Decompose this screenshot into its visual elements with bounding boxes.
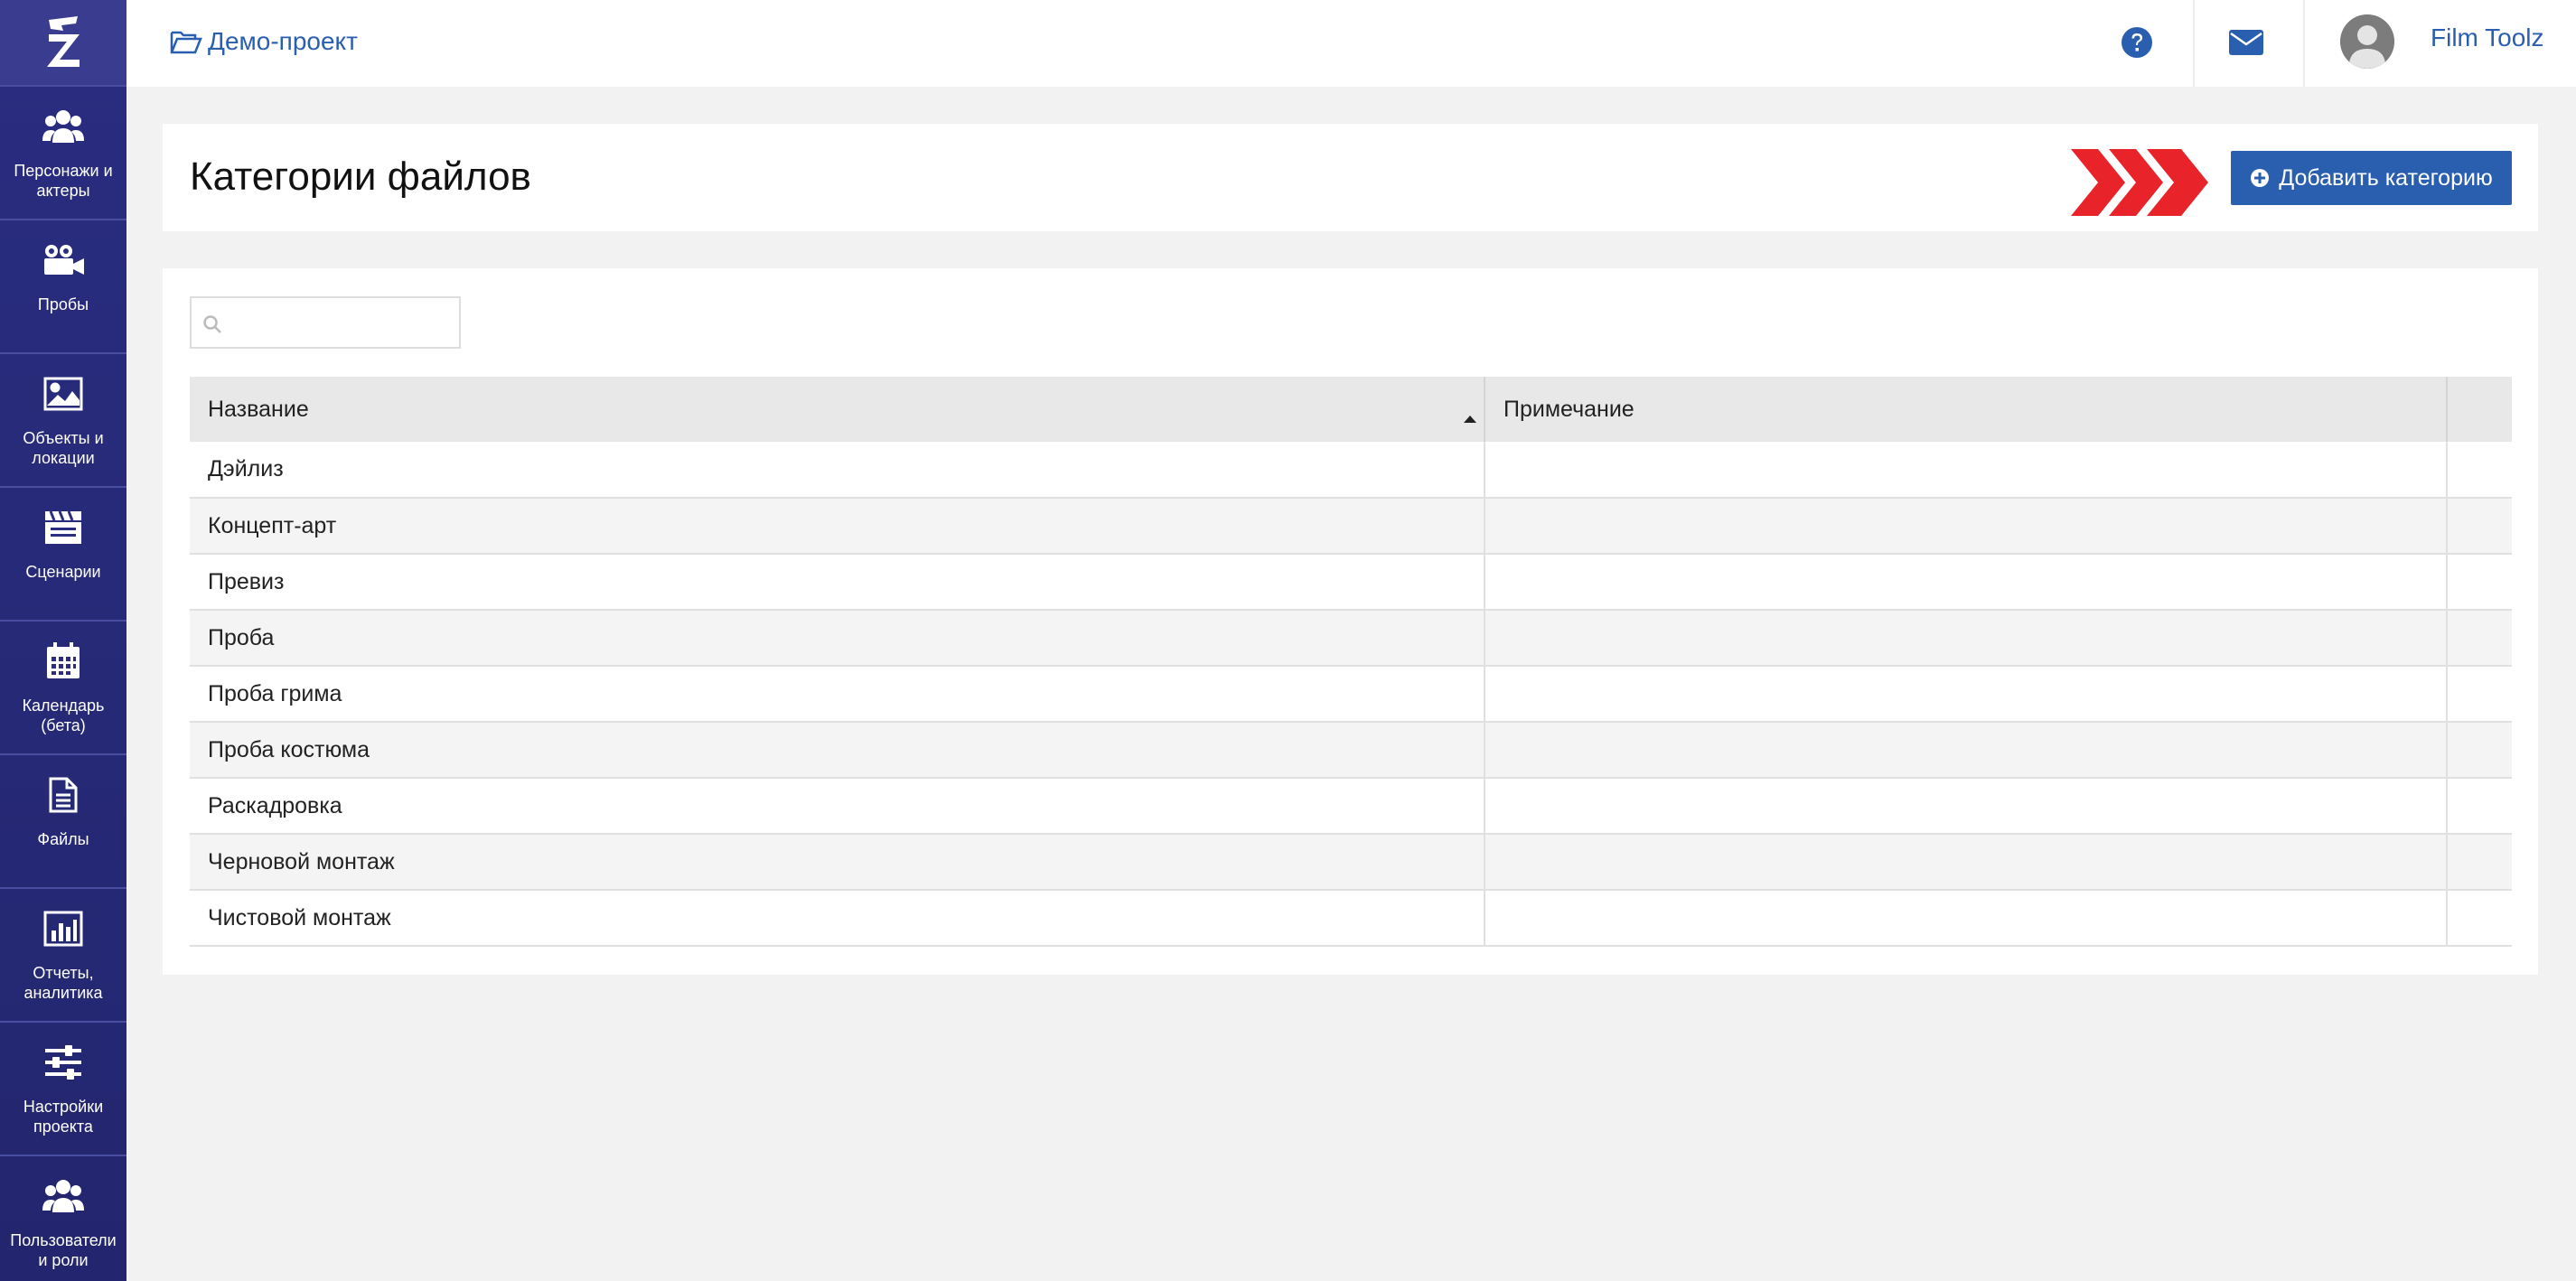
cell-note (1485, 778, 2448, 834)
messages-button[interactable] (2228, 29, 2264, 61)
column-header-label: Примечание (1503, 396, 1635, 422)
cell-note (1485, 498, 2448, 554)
breadcrumb-project: Демо-проект (208, 27, 358, 55)
sidebar: Персонажи и актеры Пробы Объекты и локац… (0, 0, 126, 1281)
cell-actions (2447, 890, 2512, 946)
chevrons-decoration (2071, 149, 2215, 220)
cell-note (1485, 722, 2448, 778)
users-icon (42, 103, 84, 150)
categories-table: Название Примечание Дэйлиз Концепт-арт П… (190, 377, 2512, 947)
cell-note (1485, 666, 2448, 722)
categories-panel: Название Примечание Дэйлиз Концепт-арт П… (163, 268, 2538, 975)
app-logo[interactable] (0, 0, 126, 87)
divider (2193, 0, 2195, 87)
cell-actions (2447, 666, 2512, 722)
cell-name: Чистовой монтаж (190, 890, 1485, 946)
sidebar-item-label: Календарь (бета) (22, 697, 105, 734)
sliders-icon (43, 1039, 83, 1086)
cell-name: Превиз (190, 554, 1485, 610)
sidebar-item-reports[interactable]: Отчеты, аналитика (0, 889, 126, 1023)
add-category-button[interactable]: Добавить категорию (2231, 151, 2512, 205)
cell-name: Черновой монтаж (190, 834, 1485, 890)
cell-name: Проба (190, 610, 1485, 666)
cell-note (1485, 554, 2448, 610)
column-header-label: Название (208, 396, 309, 422)
cell-actions (2447, 722, 2512, 778)
cell-actions (2447, 554, 2512, 610)
sidebar-item-users-roles[interactable]: Пользователи и роли (0, 1156, 126, 1281)
table-row[interactable]: Превиз (190, 554, 2512, 610)
help-button[interactable] (2121, 26, 2153, 63)
sort-ascending-icon (1464, 404, 1476, 430)
table-row[interactable]: Дэйлиз (190, 442, 2512, 498)
breadcrumb[interactable]: Демо-проект (170, 27, 358, 56)
user-avatar-icon (2340, 14, 2394, 69)
cell-name: Проба костюма (190, 722, 1485, 778)
chevron-arrows-icon (2071, 149, 2208, 216)
sidebar-item-auditions[interactable]: Пробы (0, 220, 126, 354)
column-header-actions (2447, 377, 2512, 442)
cell-actions (2447, 778, 2512, 834)
table-row[interactable]: Чистовой монтаж (190, 890, 2512, 946)
search-field[interactable] (190, 296, 461, 349)
calendar-icon (45, 638, 81, 685)
table-row[interactable]: Раскадровка (190, 778, 2512, 834)
cell-note (1485, 442, 2448, 498)
page-title: Категории файлов (190, 154, 531, 199)
envelope-icon (2229, 30, 2263, 55)
sidebar-item-label: Отчеты, аналитика (23, 964, 103, 1002)
cell-name: Концепт-арт (190, 498, 1485, 554)
table-row[interactable]: Проба (190, 610, 2512, 666)
cell-note (1485, 890, 2448, 946)
sidebar-item-files[interactable]: Файлы (0, 755, 126, 889)
users-icon (42, 1173, 84, 1220)
sidebar-item-label: Пользователи и роли (10, 1231, 117, 1269)
file-icon (49, 771, 78, 818)
sidebar-item-label: Сценарии (25, 563, 101, 581)
video-camera-icon (42, 237, 84, 284)
cell-actions (2447, 834, 2512, 890)
sidebar-item-label: Объекты и локации (23, 429, 104, 467)
question-circle-icon (2122, 27, 2152, 58)
cell-actions (2447, 610, 2512, 666)
cell-note (1485, 610, 2448, 666)
avatar[interactable] (2340, 14, 2394, 69)
table-row[interactable]: Проба костюма (190, 722, 2512, 778)
logo-icon (47, 16, 80, 67)
table-body: Дэйлиз Концепт-арт Превиз Проба Проба гр (190, 442, 2512, 946)
cell-name: Проба грима (190, 666, 1485, 722)
page-header: Категории файлов Добавить категорию (163, 124, 2538, 231)
sidebar-item-locations[interactable]: Объекты и локации (0, 354, 126, 488)
table-row[interactable]: Концепт-арт (190, 498, 2512, 554)
cell-name: Дэйлиз (190, 442, 1485, 498)
cell-actions (2447, 498, 2512, 554)
clapperboard-icon (43, 504, 83, 551)
top-bar: Демо-проект Film Toolz (126, 0, 2576, 87)
search-input[interactable] (228, 298, 457, 347)
sidebar-item-label: Файлы (37, 830, 89, 848)
bar-chart-icon (43, 905, 83, 952)
table-header-row: Название Примечание (190, 377, 2512, 442)
user-name[interactable]: Film Toolz (2431, 23, 2544, 52)
sidebar-item-characters[interactable]: Персонажи и актеры (0, 87, 126, 220)
cell-actions (2447, 442, 2512, 498)
image-icon (43, 370, 83, 417)
folder-open-icon (170, 29, 202, 54)
sidebar-item-project-settings[interactable]: Настройки проекта (0, 1023, 126, 1156)
cell-name: Раскадровка (190, 778, 1485, 834)
sidebar-item-label: Настройки проекта (23, 1098, 104, 1136)
sidebar-item-label: Персонажи и актеры (14, 162, 113, 200)
sidebar-item-calendar[interactable]: Календарь (бета) (0, 622, 126, 755)
cell-note (1485, 834, 2448, 890)
sidebar-item-scripts[interactable]: Сценарии (0, 488, 126, 622)
plus-circle-icon (2250, 168, 2270, 188)
table-row[interactable]: Черновой монтаж (190, 834, 2512, 890)
column-header-note[interactable]: Примечание (1485, 377, 2448, 442)
sidebar-item-label: Пробы (37, 295, 89, 313)
add-category-label: Добавить категорию (2279, 164, 2493, 191)
divider (2303, 0, 2305, 87)
column-header-name[interactable]: Название (190, 377, 1485, 442)
search-icon (202, 314, 222, 339)
table-row[interactable]: Проба грима (190, 666, 2512, 722)
